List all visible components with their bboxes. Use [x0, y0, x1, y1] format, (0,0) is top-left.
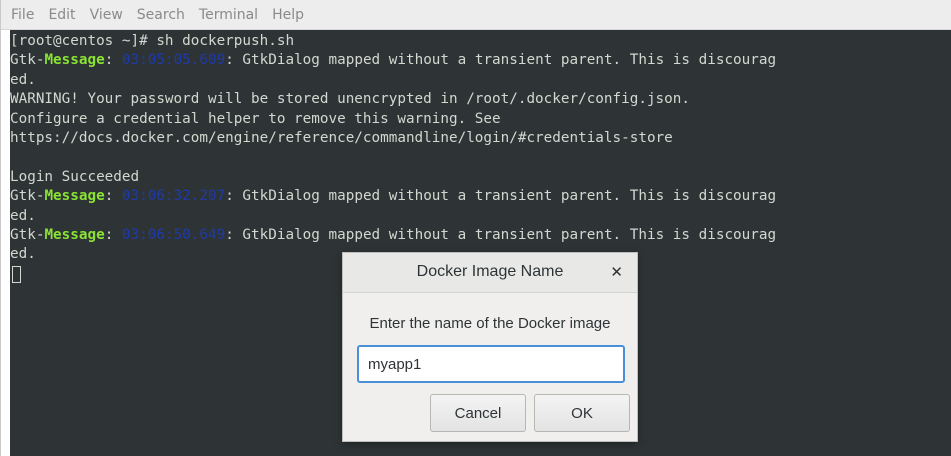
- terminal-line-prefix: Gtk-: [10, 227, 45, 243]
- terminal-line-colon: :: [104, 227, 122, 243]
- terminal-line: [root@centos ~]# sh dockerpush.sh: [10, 33, 295, 49]
- terminal-line-text: : GtkDialog mapped without a transient p…: [225, 52, 777, 69]
- dialog-title: Docker Image Name: [416, 263, 564, 280]
- terminal-line: Gtk-Message: 03:06:32.207: GtkDialog map…: [10, 187, 776, 206]
- terminal-line-prefix: Gtk-: [10, 52, 45, 69]
- menu-terminal[interactable]: Terminal: [199, 7, 258, 23]
- gtk-message-label: Message: [44, 52, 105, 69]
- terminal-cursor: [12, 265, 21, 283]
- menu-file[interactable]: File: [11, 7, 34, 23]
- terminal-line: ed.: [10, 207, 36, 224]
- menubar: File Edit View Search Terminal Help: [1, 0, 951, 30]
- terminal-line: ed.: [10, 71, 36, 88]
- terminal-line-prefix: Gtk-: [10, 188, 45, 205]
- terminal-line-colon: :: [104, 52, 122, 69]
- gtk-message-label: Message: [44, 227, 105, 243]
- terminal-line-colon: :: [104, 188, 122, 205]
- menu-view[interactable]: View: [90, 7, 123, 23]
- terminal-line: Gtk-Message: 03:06:50.649: GtkDialog map…: [10, 226, 776, 245]
- terminal-line: Gtk-Message: 03:05:05.609: GtkDialog map…: [10, 51, 776, 70]
- image-name-input[interactable]: [357, 345, 625, 383]
- menu-help[interactable]: Help: [272, 7, 304, 23]
- docker-image-name-dialog: Docker Image Name ✕ Enter the name of th…: [342, 252, 638, 442]
- terminal-timestamp: 03:06:50.649: [121, 227, 226, 243]
- terminal-line: https://docs.docker.com/engine/reference…: [10, 130, 673, 146]
- ok-button[interactable]: OK: [534, 394, 630, 432]
- dialog-prompt: Enter the name of the Docker image: [369, 315, 611, 332]
- gtk-message-label: Message: [44, 188, 105, 205]
- terminal-line-text: : GtkDialog mapped without a transient p…: [225, 188, 777, 205]
- terminal-line: ed.: [10, 246, 36, 263]
- terminal-timestamp: 03:05:05.609: [121, 52, 226, 69]
- terminal-line: Configure a credential helper to remove …: [10, 110, 501, 127]
- dialog-titlebar[interactable]: Docker Image Name ✕: [343, 253, 637, 293]
- menu-edit[interactable]: Edit: [48, 7, 75, 23]
- cancel-button[interactable]: Cancel: [430, 394, 526, 432]
- terminal-line: WARNING! Your password will be stored un…: [10, 91, 690, 108]
- terminal-line: Login Succeeded: [10, 168, 140, 185]
- menu-search[interactable]: Search: [137, 7, 185, 23]
- close-icon[interactable]: ✕: [610, 263, 623, 281]
- terminal-line-text: : GtkDialog mapped without a transient p…: [225, 227, 777, 243]
- terminal-timestamp: 03:06:32.207: [121, 188, 226, 205]
